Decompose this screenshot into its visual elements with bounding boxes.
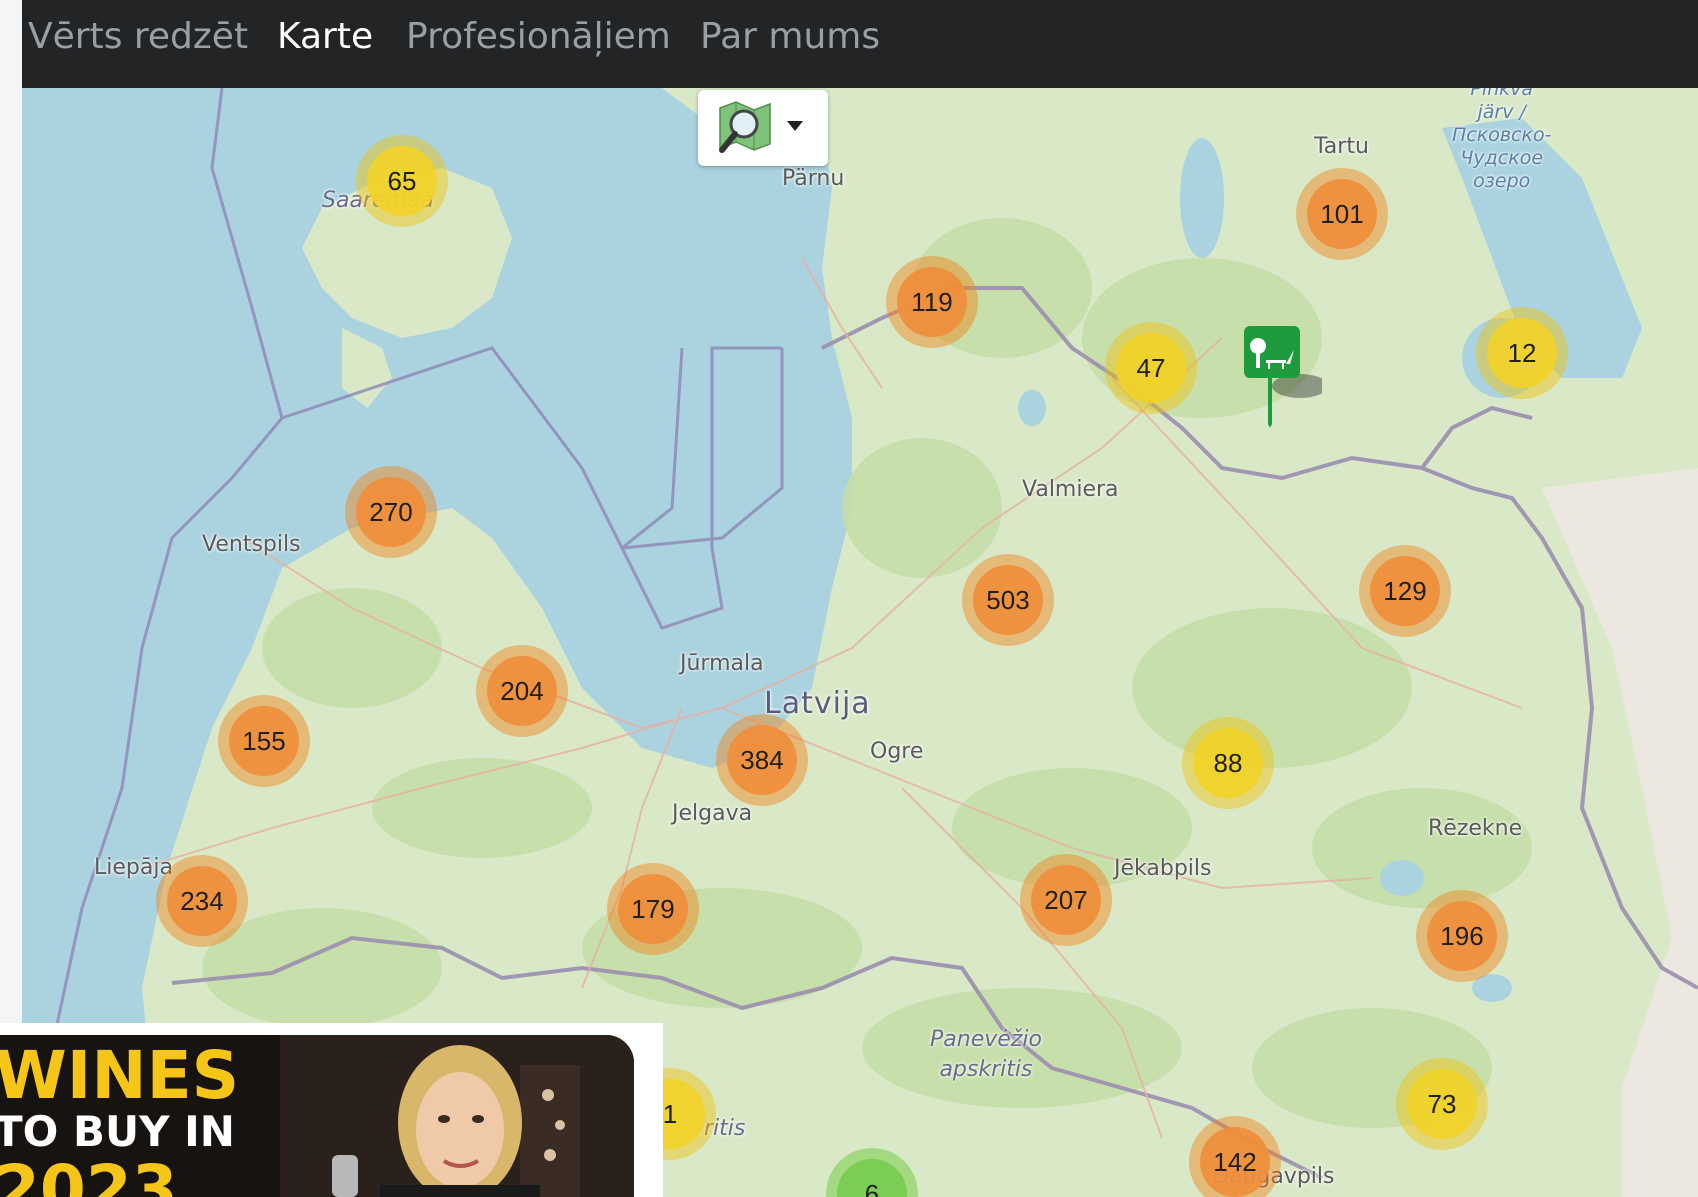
cluster-marker[interactable]: 503	[962, 554, 1054, 646]
nav-link-karte[interactable]: Karte	[277, 0, 373, 74]
map-search-icon	[719, 101, 771, 153]
cluster-marker[interactable]: 73	[1396, 1058, 1488, 1150]
nav-link-verts-redzet[interactable]: Vērts redzēt	[28, 0, 248, 74]
map-label-valmiera: Valmiera	[1022, 477, 1119, 502]
ad-video-thumbnail[interactable]: WINES TO BUY IN 2023	[0, 1035, 634, 1197]
cluster-count: 207	[1031, 865, 1101, 935]
map-label-ogre: Ogre	[870, 739, 924, 764]
cluster-marker[interactable]: 12	[1476, 307, 1568, 399]
cluster-marker[interactable]: 129	[1359, 545, 1451, 637]
cluster-count: 47	[1116, 333, 1186, 403]
ad-headline-line3: 2023	[0, 1151, 178, 1197]
cluster-marker[interactable]: 155	[218, 695, 310, 787]
cluster-count: 196	[1427, 901, 1497, 971]
cluster-marker[interactable]: 204	[476, 645, 568, 737]
cluster-marker[interactable]: 234	[156, 855, 248, 947]
ad-headline-line1: WINES	[0, 1037, 240, 1114]
cluster-count: 179	[618, 874, 688, 944]
caret-down-icon	[787, 121, 803, 131]
cluster-count: 234	[167, 866, 237, 936]
park-marker-icon[interactable]	[1242, 324, 1322, 434]
cluster-marker[interactable]: 179	[607, 863, 699, 955]
nav-link-profesionaliem[interactable]: Profesionāļiem	[406, 0, 671, 74]
cluster-count: 65	[367, 146, 437, 216]
cluster-marker[interactable]: 384	[716, 714, 808, 806]
map-label-rezekne: Rēzekne	[1428, 816, 1523, 841]
cluster-marker[interactable]: 196	[1416, 890, 1508, 982]
top-navbar: Vērts redzēt Karte Profesionāļiem Par mu…	[22, 0, 1698, 88]
cluster-count: 6	[837, 1159, 907, 1197]
cluster-marker[interactable]: 207	[1020, 854, 1112, 946]
ad-headline-line2: TO BUY IN	[0, 1107, 235, 1156]
map-search-control[interactable]	[698, 90, 828, 166]
cluster-marker[interactable]: 65	[356, 135, 448, 227]
map-label-jurmala: Jūrmala	[680, 651, 764, 676]
cluster-marker[interactable]: 101	[1296, 168, 1388, 260]
cluster-marker[interactable]: 270	[345, 466, 437, 558]
cluster-count: 270	[356, 477, 426, 547]
cluster-count: 204	[487, 656, 557, 726]
cluster-count: 155	[229, 706, 299, 776]
cluster-marker[interactable]: 119	[886, 256, 978, 348]
cluster-marker[interactable]: 88	[1182, 717, 1274, 809]
cluster-count: 129	[1370, 556, 1440, 626]
page-left-margin	[0, 0, 22, 1197]
map-label-panevezio: Panevėžio apskritis	[930, 1027, 1042, 1082]
cluster-count: 119	[897, 267, 967, 337]
map-label-ventspils: Ventspils	[202, 532, 301, 557]
cluster-count: 142	[1200, 1127, 1270, 1197]
map-label-parnu: Pärnu	[782, 166, 845, 191]
cluster-marker[interactable]: 47	[1105, 322, 1197, 414]
map-label-liepaja: Liepāja	[94, 855, 173, 880]
nav-link-par-mums[interactable]: Par mums	[700, 0, 880, 74]
ad-banner: WINES TO BUY IN 2023	[0, 1023, 663, 1197]
map-label-tartu: Tartu	[1314, 134, 1369, 159]
map-label-lake-peipus: Pihkva järv / Псковско- Чудское озеро	[1452, 88, 1552, 192]
cluster-count: 12	[1487, 318, 1557, 388]
map-label-jekabpils: Jēkabpils	[1114, 856, 1212, 881]
cluster-count: 503	[973, 565, 1043, 635]
cluster-count: 101	[1307, 179, 1377, 249]
cluster-count: 73	[1407, 1069, 1477, 1139]
cluster-count: 384	[727, 725, 797, 795]
cluster-marker[interactable]: 142	[1189, 1116, 1281, 1197]
page: Vērts redzēt Karte Profesionāļiem Par mu…	[0, 0, 1698, 1197]
map-label-latvija: Latvija	[764, 686, 871, 721]
map-label-jelgava: Jelgava	[672, 801, 753, 826]
cluster-count: 88	[1193, 728, 1263, 798]
